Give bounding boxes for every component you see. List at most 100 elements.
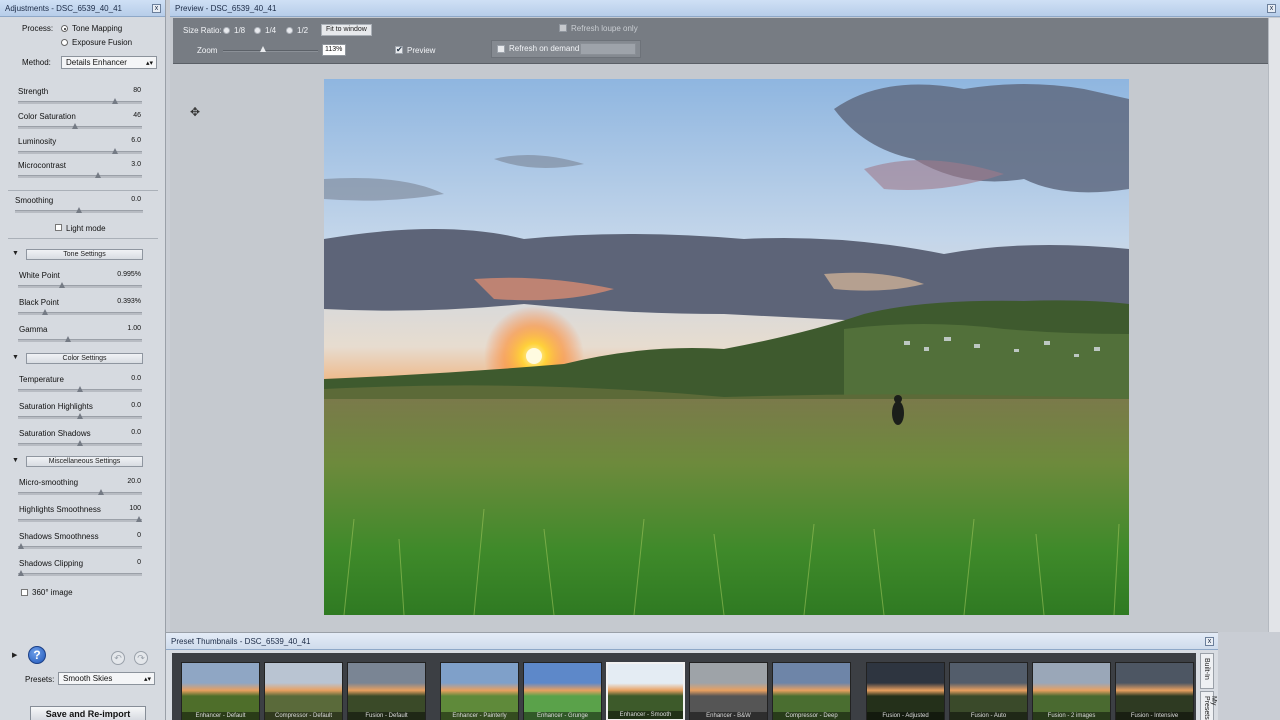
tab-built-in[interactable]: Built-In	[1200, 653, 1214, 689]
sunset-landscape-image	[324, 79, 1129, 615]
move-cursor-icon: ✥	[190, 105, 201, 119]
slider-thumb[interactable]	[72, 123, 79, 129]
saturation-highlights-slider[interactable]	[18, 413, 142, 419]
preset-thumbnail-label: Fusion - Adjusted	[867, 712, 944, 720]
expand-triangle-icon[interactable]: ▼	[12, 457, 19, 464]
smoothing-slider[interactable]	[15, 207, 143, 213]
close-icon[interactable]: x	[1205, 637, 1214, 646]
method-label: Method:	[22, 58, 51, 67]
strength-value: 80	[133, 87, 141, 94]
fit-to-window-button[interactable]: Fit to window	[321, 24, 372, 36]
close-icon[interactable]: x	[1267, 4, 1276, 13]
refresh-loupe-checkbox[interactable]	[559, 24, 567, 32]
presets-title: Preset Thumbnails - DSC_6539_40_41	[171, 637, 311, 646]
slider-thumb[interactable]	[77, 386, 83, 392]
slider-thumb[interactable]	[18, 570, 24, 576]
presets-select[interactable]: Smooth Skies ▴▾	[58, 672, 155, 685]
refresh-button[interactable]	[580, 43, 636, 55]
preview-photo[interactable]	[324, 79, 1129, 615]
refresh-demand-checkbox[interactable]	[497, 45, 505, 53]
360-image-checkbox[interactable]	[21, 589, 28, 596]
preset-thumbnail[interactable]: Fusion - Default	[347, 662, 426, 720]
saturation-shadows-label: Saturation Shadows	[19, 429, 91, 438]
preview-title: Preview - DSC_6539_40_41	[175, 4, 277, 13]
tab-my-presets[interactable]: My Presets	[1200, 691, 1217, 720]
shadows-smoothness-slider[interactable]	[18, 543, 142, 549]
slider-thumb[interactable]	[77, 413, 83, 419]
zoom-slider[interactable]	[223, 46, 318, 52]
undo-icon[interactable]: ↶	[111, 651, 125, 665]
micro-smoothing-slider[interactable]	[18, 489, 142, 495]
smoothing-label: Smoothing	[15, 196, 54, 205]
slider-thumb[interactable]	[94, 172, 101, 178]
luminosity-value: 6.0	[131, 137, 141, 144]
luminosity-slider[interactable]	[18, 148, 142, 154]
exposure-fusion-radio[interactable]	[61, 39, 68, 46]
preset-thumbnail[interactable]: Fusion - Adjusted	[866, 662, 945, 720]
ratio-1-4-radio[interactable]	[254, 27, 261, 34]
light-mode-checkbox[interactable]	[55, 224, 62, 231]
slider-thumb[interactable]	[112, 98, 119, 104]
ratio-1-2-radio[interactable]	[286, 27, 293, 34]
ratio-1-8-radio[interactable]	[223, 27, 230, 34]
color-settings-button[interactable]: Color Settings	[26, 353, 143, 364]
slider-thumb[interactable]	[112, 148, 119, 154]
ratio-1-4-label: 1/4	[265, 26, 277, 35]
shadows-clipping-slider[interactable]	[18, 570, 142, 576]
white-point-label: White Point	[19, 271, 60, 280]
white-point-slider[interactable]	[18, 282, 142, 288]
black-point-label: Black Point	[19, 298, 60, 307]
slider-thumb[interactable]	[41, 309, 48, 315]
slider-thumb[interactable]	[98, 489, 105, 495]
preset-thumbnail[interactable]: Fusion - Intensive	[1115, 662, 1194, 720]
preset-thumbnail[interactable]: Fusion - 2 images	[1032, 662, 1111, 720]
preset-thumbnail[interactable]: Enhancer - Grunge	[523, 662, 602, 720]
preset-thumbnail[interactable]: Compressor - Default	[264, 662, 343, 720]
highlights-smoothness-slider[interactable]	[18, 516, 142, 522]
strength-slider[interactable]	[18, 98, 142, 104]
adjustments-title: Adjustments - DSC_6539_40_41	[5, 4, 122, 13]
expand-triangle-icon[interactable]: ▼	[12, 354, 19, 361]
slider-thumb[interactable]	[136, 516, 142, 522]
method-select[interactable]: Details Enhancer ▴▾	[61, 56, 157, 69]
miscellaneous-settings-button[interactable]: Miscellaneous Settings	[26, 456, 143, 467]
gamma-slider[interactable]	[18, 336, 142, 342]
micro-smoothing-value: 20.0	[127, 478, 141, 485]
temperature-value: 0.0	[131, 375, 141, 382]
preview-scrollbar[interactable]	[1268, 18, 1280, 632]
color-saturation-label: Color Saturation	[18, 112, 76, 121]
size-ratio-label: Size Ratio:	[183, 26, 222, 35]
preset-thumbnail[interactable]: Fusion - Auto	[949, 662, 1028, 720]
save-and-reimport-button[interactable]: Save and Re-import	[30, 706, 146, 720]
preset-thumbnail-label: Enhancer - B&W	[690, 712, 767, 720]
slider-thumb[interactable]	[65, 336, 72, 342]
microcontrast-slider[interactable]	[18, 172, 142, 178]
preset-thumbnail[interactable]: Enhancer - B&W	[689, 662, 768, 720]
slider-thumb[interactable]	[76, 207, 82, 213]
preset-thumbnail[interactable]: Enhancer - Smooth	[606, 662, 685, 720]
preview-checkbox[interactable]	[395, 45, 403, 54]
close-icon[interactable]: x	[152, 4, 161, 13]
slider-thumb[interactable]	[260, 46, 266, 52]
preset-thumbnail[interactable]: Compressor - Deep	[772, 662, 851, 720]
luminosity-label: Luminosity	[18, 137, 57, 146]
black-point-slider[interactable]	[18, 309, 142, 315]
color-saturation-slider[interactable]	[18, 123, 142, 129]
expand-triangle-icon[interactable]: ▼	[12, 250, 19, 257]
preset-thumbnail[interactable]: Enhancer - Painterly	[440, 662, 519, 720]
slider-thumb[interactable]	[77, 440, 83, 446]
tone-mapping-radio[interactable]	[61, 25, 68, 32]
slider-thumb[interactable]	[18, 543, 24, 549]
slider-thumb[interactable]	[59, 282, 66, 288]
collapse-triangle-icon[interactable]: ▶	[12, 651, 17, 659]
tone-settings-button[interactable]: Tone Settings	[26, 249, 143, 260]
preset-thumbnail[interactable]: Enhancer - Default	[181, 662, 260, 720]
zoom-value-field[interactable]: 113%	[322, 44, 346, 56]
redo-icon[interactable]: ↷	[134, 651, 148, 665]
temperature-slider[interactable]	[18, 386, 142, 392]
saturation-shadows-slider[interactable]	[18, 440, 142, 446]
presets-value: Smooth Skies	[63, 674, 113, 683]
preset-thumbnail-label: Enhancer - Painterly	[441, 712, 518, 720]
help-icon[interactable]: ?	[28, 646, 46, 664]
preset-thumbnail-label: Fusion - Default	[348, 712, 425, 720]
